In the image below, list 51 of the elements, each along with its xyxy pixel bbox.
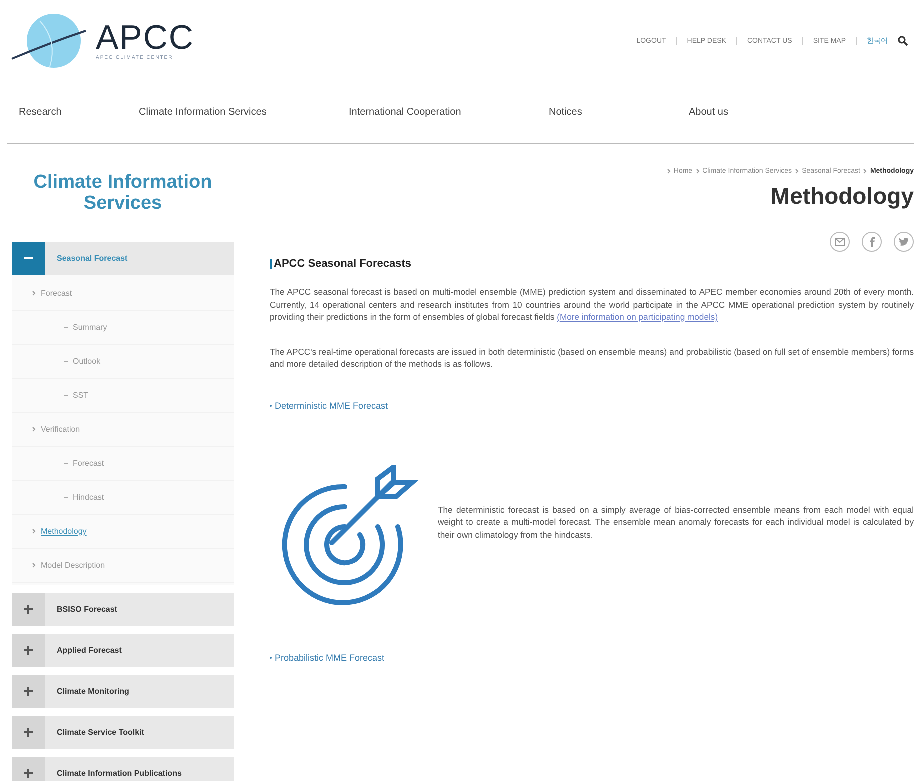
chevron-icon bbox=[863, 169, 868, 174]
nav-link[interactable]: International Cooperation bbox=[337, 107, 537, 118]
email-icon bbox=[835, 238, 845, 246]
sidebar-item[interactable]: Verification bbox=[12, 413, 234, 447]
sidebar-subitem[interactable]: Hindcast bbox=[12, 481, 234, 515]
sidebar-item[interactable]: Methodology bbox=[12, 515, 234, 549]
chevron-icon bbox=[32, 291, 36, 296]
page-title: Methodology bbox=[770, 183, 914, 210]
logo-name: APCC bbox=[96, 21, 194, 55]
plus-icon bbox=[24, 728, 33, 737]
sidebar-subitem[interactable]: SST bbox=[12, 379, 234, 413]
share-button[interactable] bbox=[830, 232, 850, 252]
sidebar-item[interactable]: Model Description bbox=[12, 549, 234, 583]
nav-link[interactable]: About us bbox=[677, 107, 797, 118]
chevron-icon bbox=[32, 427, 36, 432]
sidebar-subitem[interactable]: Summary bbox=[12, 311, 234, 345]
globe-logo-icon bbox=[10, 11, 88, 71]
sidebar-item[interactable]: Forecast bbox=[12, 277, 234, 311]
subsection-link[interactable]: Probabilistic MME Forecast bbox=[270, 652, 914, 662]
nav-link[interactable]: Notices bbox=[537, 107, 677, 118]
chevron-icon bbox=[666, 169, 671, 174]
sidebar-group[interactable]: BSISO Forecast bbox=[12, 593, 234, 626]
chevron-icon bbox=[32, 563, 36, 568]
facebook-icon bbox=[870, 237, 874, 247]
search-icon[interactable] bbox=[898, 36, 908, 46]
sidebar-group[interactable]: Climate Service Toolkit bbox=[12, 716, 234, 749]
chevron-icon bbox=[696, 169, 700, 174]
sidebar-group[interactable]: Climate Monitoring bbox=[12, 675, 234, 708]
share-button[interactable] bbox=[862, 232, 882, 252]
subsection-link[interactable]: Deterministic MME Forecast bbox=[270, 400, 914, 410]
sidebar-group[interactable]: Seasonal Forecast bbox=[12, 242, 234, 275]
sidebar-subitem[interactable]: Forecast bbox=[12, 447, 234, 481]
chevron-icon bbox=[795, 169, 800, 174]
methods-paragraph: The APCC's real-time operational forecasts are issued in both deterministic (based on ensemble means) and probabilistic (based on full set of ensemble members) forms and more detailed description of the methods is as follows. bbox=[270, 346, 914, 370]
sidebar-subitem[interactable]: Outlook bbox=[12, 345, 234, 379]
bird-icon bbox=[899, 238, 909, 246]
chevron-icon bbox=[32, 529, 36, 534]
subsection-text: The deterministic forecast is based on a simply average of bias-corrected ensemble means from each model with equal weight to create a multi-model forecast. The ensemble mean anomaly forecasts for each individual model is calculated by their own climatology from the hindcasts. bbox=[438, 504, 914, 542]
intro-paragraph: The APCC seasonal forecast is based on multi-model ensemble (MME) prediction system and disseminated to APEC member economies around 20th of every month. Currently, 14 operational centers and research institutes from 10 countries around the world participate in the APCC MME operational prediction system by routinely providing their predictions in the form of ensembles of global forecast fields (More information on participating models) bbox=[270, 286, 914, 324]
sidebar-group[interactable]: Climate Information Publications bbox=[12, 757, 234, 781]
plus-icon bbox=[24, 769, 33, 778]
sidebar-title: Climate Information Services bbox=[32, 172, 214, 214]
models-link[interactable]: (More information on participating models) bbox=[557, 312, 718, 322]
plus-icon bbox=[24, 605, 33, 614]
sidebar-group[interactable]: Applied Forecast bbox=[12, 634, 234, 667]
plus-icon bbox=[24, 646, 33, 655]
section-heading: APCC Seasonal Forecasts bbox=[274, 258, 412, 270]
nav-link[interactable]: Climate Information Services bbox=[127, 107, 337, 118]
plus-icon bbox=[24, 687, 33, 696]
nav-link[interactable]: Research bbox=[7, 107, 127, 118]
share-button[interactable] bbox=[894, 232, 914, 252]
